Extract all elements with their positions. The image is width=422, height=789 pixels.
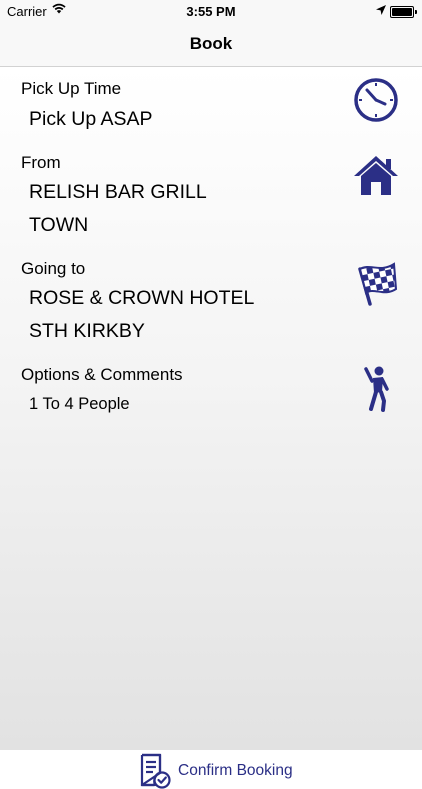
booking-form: Pick Up Time Pick Up ASAP From RELISH BA… xyxy=(0,67,422,789)
battery-level xyxy=(392,8,412,16)
battery-icon xyxy=(390,6,417,18)
options-value: 1 To 4 People xyxy=(29,395,130,413)
location-arrow-icon xyxy=(376,5,386,15)
going-to-row[interactable]: Going to ROSE & CROWN HOTEL STH KIRKBY xyxy=(0,253,422,353)
confirm-booking-label: Confirm Booking xyxy=(178,762,293,779)
house-icon xyxy=(354,156,398,195)
status-bar: Carrier 3:55 PM xyxy=(0,0,422,22)
status-time: 3:55 PM xyxy=(186,4,236,19)
options-label: Options & Comments xyxy=(21,365,183,384)
document-check-icon xyxy=(140,753,171,789)
pickup-time-label: Pick Up Time xyxy=(21,79,122,98)
going-to-address-line2: STH KIRKBY xyxy=(29,320,145,342)
going-to-address-line1: ROSE & CROWN HOTEL xyxy=(29,287,255,309)
from-label: From xyxy=(21,153,61,172)
from-row[interactable]: From RELISH BAR GRILL TOWN xyxy=(0,147,422,247)
pickup-time-value: Pick Up ASAP xyxy=(29,108,153,130)
person-icon xyxy=(364,366,389,412)
from-address-line2: TOWN xyxy=(29,214,89,236)
page-title: Book xyxy=(189,34,233,53)
options-row[interactable]: Options & Comments 1 To 4 People xyxy=(0,359,422,429)
clock-icon xyxy=(354,78,398,122)
confirm-booking-button[interactable]: Confirm Booking xyxy=(136,753,306,789)
going-to-label: Going to xyxy=(21,259,86,278)
pickup-time-row[interactable]: Pick Up Time Pick Up ASAP xyxy=(0,67,422,141)
from-address-line1: RELISH BAR GRILL xyxy=(29,181,207,203)
navigation-bar: Book xyxy=(0,22,422,67)
checkered-flag-icon xyxy=(358,262,398,306)
